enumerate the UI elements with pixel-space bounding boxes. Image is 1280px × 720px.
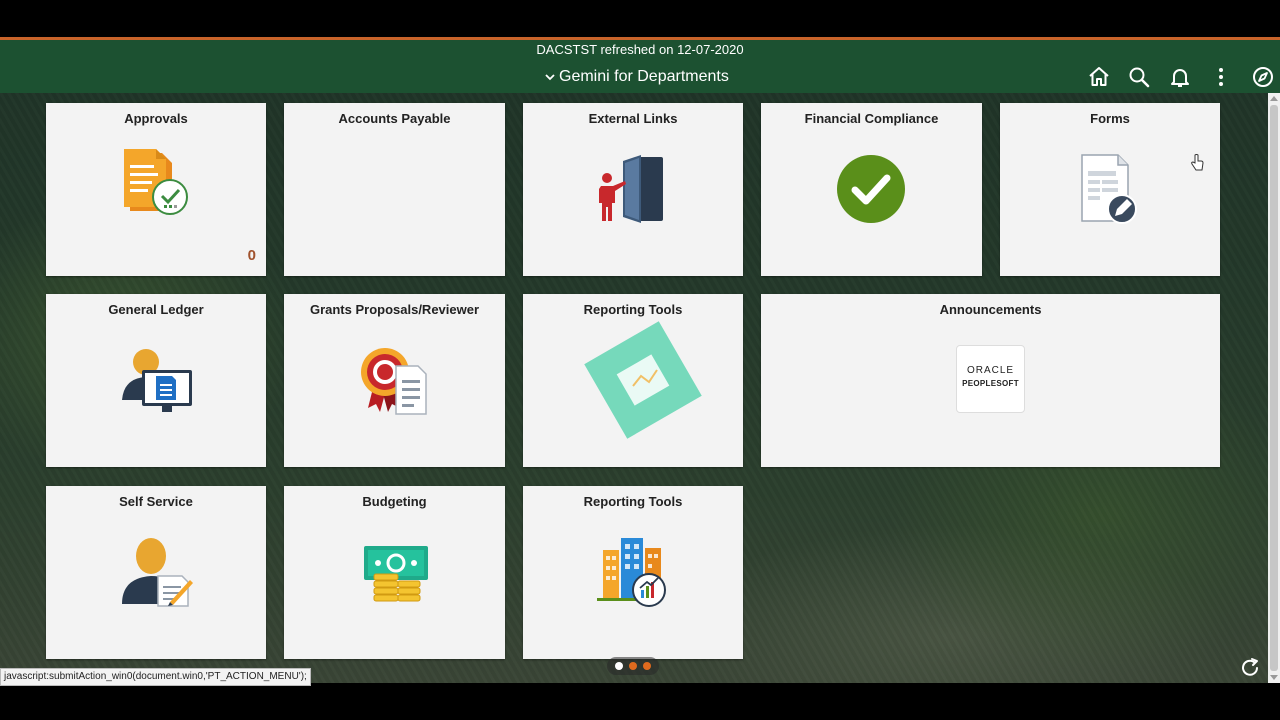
peoplesoft-homepage: DACSTST refreshed on 12-07-2020 Gemini f… [0, 37, 1280, 683]
page-indicator [607, 657, 659, 675]
page-dot-3[interactable] [643, 662, 651, 670]
tile-grants-proposals[interactable]: Grants Proposals/Reviewer [284, 294, 505, 467]
tile-title: General Ledger [108, 302, 204, 317]
home-icon[interactable] [1087, 65, 1111, 89]
tile-general-ledger[interactable]: General Ledger [46, 294, 266, 467]
search-icon[interactable] [1127, 65, 1151, 89]
tile-forms[interactable]: Forms [1000, 103, 1220, 276]
page-dot-2[interactable] [629, 662, 637, 670]
logo-line-peoplesoft: PEOPLESOFT [962, 379, 1019, 388]
tile-accounts-payable[interactable]: Accounts Payable [284, 103, 505, 276]
tile-title: Financial Compliance [804, 111, 939, 126]
hand-cursor-icon [1191, 154, 1204, 171]
more-vertical-icon[interactable] [1209, 65, 1233, 89]
oracle-peoplesoft-logo: ORACLE PEOPLESOFT [956, 345, 1025, 413]
loading-chart-icon [584, 321, 702, 439]
money-coins-icon [364, 546, 428, 602]
tile-external-links[interactable]: External Links [523, 103, 743, 276]
tile-title: Approvals [124, 111, 188, 126]
tile-financial-compliance[interactable]: Financial Compliance [761, 103, 982, 276]
award-ribbon-icon [361, 348, 427, 415]
tile-title: Forms [1090, 111, 1130, 126]
refresh-icon[interactable] [1238, 656, 1262, 680]
tile-reporting-tools-2[interactable]: Reporting Tools [523, 486, 743, 659]
tile-announcements[interactable]: Announcements ORACLE PEOPLESOFT [761, 294, 1220, 467]
tile-title: External Links [588, 111, 678, 126]
browser-status-bar: javascript:submitAction_win0(document.wi… [0, 668, 311, 686]
tile-self-service[interactable]: Self Service [46, 486, 266, 659]
tile-title: Budgeting [362, 494, 427, 509]
scroll-thumb[interactable] [1270, 105, 1278, 671]
ledger-user-icon [122, 349, 192, 412]
homepage-title: Gemini for Departments [559, 68, 729, 85]
tile-title: Grants Proposals/Reviewer [309, 302, 480, 317]
tile-title: Accounts Payable [338, 111, 451, 126]
logo-line-oracle: ORACLE [966, 365, 1015, 376]
tile-title: Self Service [119, 494, 193, 509]
approval-document-icon [124, 149, 188, 215]
tile-reporting-tools-1[interactable]: Reporting Tools [523, 294, 743, 467]
user-form-icon [122, 538, 193, 607]
refresh-message: DACSTST refreshed on 12-07-2020 [536, 42, 744, 57]
check-circle-icon [837, 155, 905, 223]
tile-title: Announcements [939, 302, 1042, 317]
tile-title: Reporting Tools [583, 494, 683, 509]
city-report-icon [597, 538, 666, 607]
bell-icon[interactable] [1168, 65, 1192, 89]
navbar-compass-icon[interactable] [1251, 65, 1275, 89]
tile-approvals[interactable]: Approvals 0 [46, 103, 266, 276]
page-dot-1[interactable] [615, 662, 623, 670]
approvals-count-badge: 0 [247, 247, 256, 264]
form-edit-icon [1081, 154, 1137, 224]
homepage-selector[interactable]: Gemini for Departments [544, 68, 729, 86]
vertical-scrollbar[interactable] [1268, 93, 1280, 683]
exit-door-icon [599, 155, 663, 223]
tile-budgeting[interactable]: Budgeting [284, 486, 505, 659]
scroll-up-arrow[interactable] [1270, 96, 1278, 101]
header-bar: DACSTST refreshed on 12-07-2020 Gemini f… [0, 37, 1280, 93]
chevron-down-icon [545, 74, 555, 81]
scroll-down-arrow[interactable] [1270, 675, 1278, 680]
